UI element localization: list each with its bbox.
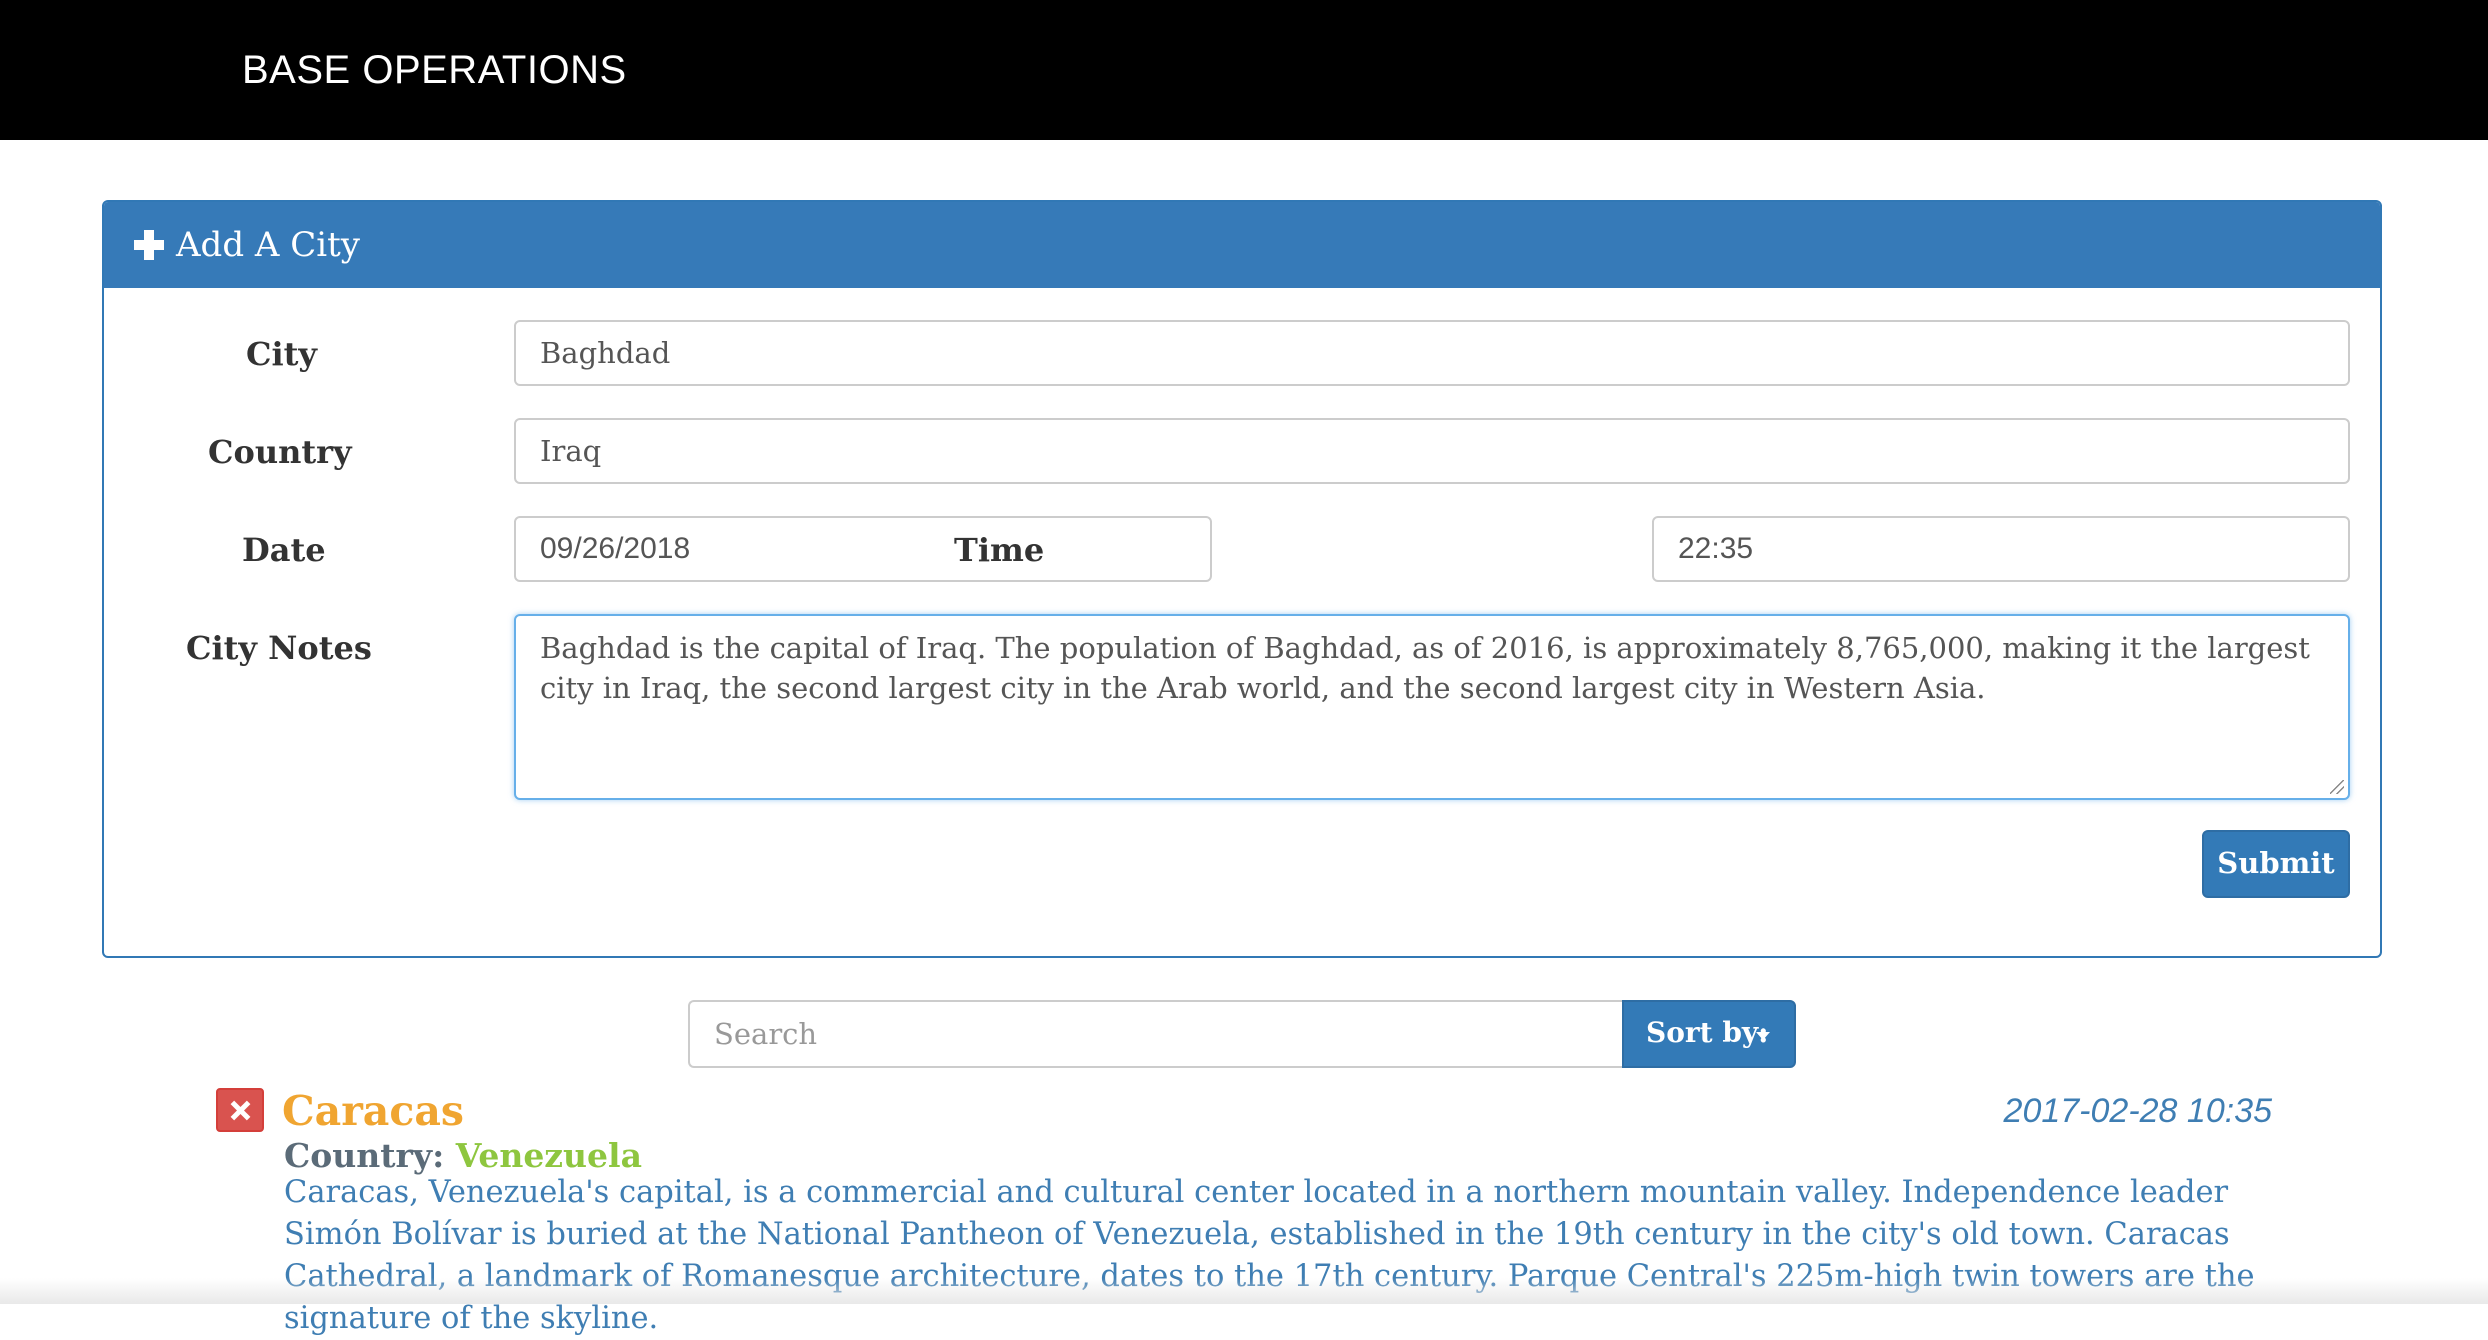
country-label: Country [208,433,352,471]
panel-title: Add A City [176,225,361,265]
bottom-fade [0,1278,2488,1304]
time-label: Time [954,531,1045,569]
top-navbar: BASE OPERATIONS [0,0,2488,140]
navbar-brand[interactable]: BASE OPERATIONS [242,46,627,94]
city-name: Caracas [282,1087,464,1135]
plus-icon [134,230,164,260]
city-notes-text: Baghdad is the capital of Iraq. The popu… [540,631,2310,705]
resize-handle-icon[interactable] [2330,780,2344,794]
city-notes: Caracas, Venezuela's capital, is a comme… [284,1175,2255,1336]
date-label: Date [242,531,326,569]
city-datetime: 2017-02-28 10:35 [2003,1092,2272,1130]
city-input[interactable]: Baghdad [514,320,2350,386]
country-value: Venezuela [455,1136,642,1175]
delete-city-button[interactable] [216,1088,264,1132]
time-input[interactable]: 22:35 [1652,516,2350,582]
country-label: Country: [284,1136,445,1175]
city-notes-textarea[interactable]: Baghdad is the capital of Iraq. The popu… [514,614,2350,800]
sort-by-label: Sort by: [1646,1016,1769,1049]
submit-button[interactable]: Submit [2202,830,2350,898]
country-input[interactable]: Iraq [514,418,2350,484]
city-label: City [246,335,317,373]
date-input[interactable]: 09/26/2018 [514,516,1212,582]
search-input[interactable]: Search [688,1000,1624,1068]
sort-by-button[interactable]: Sort by: [1622,1000,1796,1068]
caret-down-icon [1756,1032,1770,1040]
city-notes-label: City Notes [186,629,372,667]
panel-heading: Add A City [104,202,2380,288]
